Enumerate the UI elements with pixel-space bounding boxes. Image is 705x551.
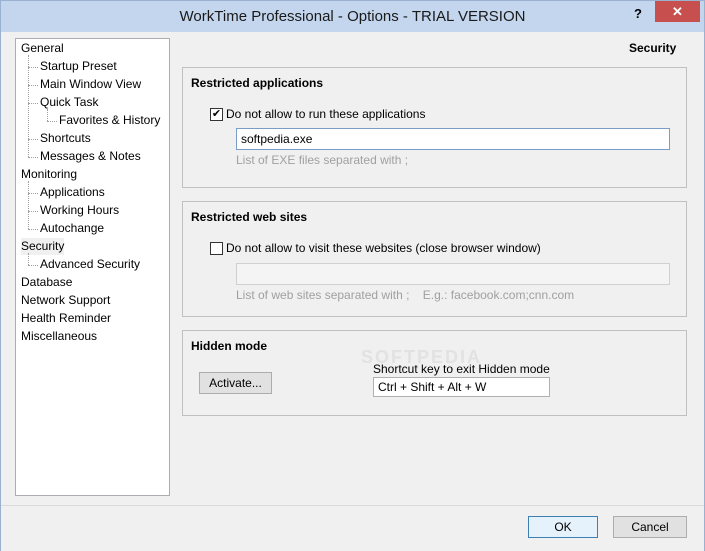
tree-connector [28, 55, 29, 157]
tree-connector [28, 193, 38, 194]
ok-button[interactable]: OK [528, 516, 598, 538]
tree-item-working-hours[interactable]: Working Hours [40, 202, 119, 219]
activate-button[interactable]: Activate... [199, 372, 272, 394]
shortcut-key-input[interactable]: Ctrl + Shift + Alt + W [373, 377, 550, 397]
page-title: Security [629, 41, 677, 55]
hidden-mode-group: Hidden mode Activate... Shortcut key to … [182, 330, 687, 416]
restricted-web-sites-title: Restricted web sites [191, 210, 308, 224]
restrict-sites-label[interactable]: Do not allow to visit these websites (cl… [226, 241, 541, 255]
tree-connector [28, 229, 38, 230]
tree-connector [28, 157, 38, 158]
tree-item-database[interactable]: Database [21, 274, 72, 291]
tree-item-health-reminder[interactable]: Health Reminder [21, 310, 111, 327]
dialog-footer: OK Cancel [1, 505, 704, 551]
tree-item-applications[interactable]: Applications [40, 184, 105, 201]
restricted-web-sites-group: Restricted web sites Do not allow to vis… [182, 201, 687, 317]
restrict-apps-label[interactable]: Do not allow to run these applications [226, 107, 425, 121]
restricted-apps-hint: List of EXE files separated with ; [236, 153, 409, 167]
title-bar[interactable]: WorkTime Professional - Options - TRIAL … [1, 1, 704, 32]
tree-connector [47, 109, 48, 121]
tree-item-main-window-view[interactable]: Main Window View [40, 76, 141, 93]
tree-item-advanced-security[interactable]: Advanced Security [40, 256, 140, 273]
tree-connector [28, 139, 38, 140]
tree-connector [28, 67, 38, 68]
tree-item-startup-preset[interactable]: Startup Preset [40, 58, 117, 75]
window-title: WorkTime Professional - Options - TRIAL … [179, 8, 526, 25]
restricted-sites-hint: List of web sites separated with ; E.g.:… [236, 288, 575, 302]
tree-item-miscellaneous[interactable]: Miscellaneous [21, 328, 97, 345]
tree-connector [28, 253, 29, 265]
tree-item-favorites-history[interactable]: Favorites & History [59, 112, 160, 129]
tree-item-monitoring[interactable]: Monitoring [21, 166, 77, 183]
tree-item-messages-notes[interactable]: Messages & Notes [40, 148, 141, 165]
softpedia-watermark: SOFTPEDIA [361, 347, 483, 367]
close-icon[interactable]: ✕ [655, 1, 700, 22]
restricted-sites-input[interactable] [236, 263, 670, 285]
restricted-applications-title: Restricted applications [191, 76, 324, 90]
tree-connector [28, 103, 38, 104]
hidden-mode-title: Hidden mode [191, 339, 268, 353]
restrict-sites-checkbox[interactable] [210, 242, 223, 255]
restrict-apps-checkbox[interactable]: ✔ [210, 108, 223, 121]
tree-connector [28, 85, 38, 86]
tree-item-quick-task[interactable]: Quick Task [40, 94, 98, 111]
tree-item-shortcuts[interactable]: Shortcuts [40, 130, 91, 147]
tree-connector [28, 181, 29, 229]
tree-connector [47, 121, 57, 122]
options-window: WorkTime Professional - Options - TRIAL … [0, 0, 705, 551]
tree-connector [28, 265, 38, 266]
options-tree[interactable]: General Startup Preset Main Window View Qui… [15, 38, 170, 496]
cancel-button[interactable]: Cancel [613, 516, 687, 538]
help-icon[interactable]: ? [628, 4, 648, 24]
tree-item-autochange[interactable]: Autochange [40, 220, 104, 237]
tree-connector [28, 211, 38, 212]
tree-item-network-support[interactable]: Network Support [21, 292, 110, 309]
restricted-apps-input[interactable]: softpedia.exe [236, 128, 670, 150]
restricted-applications-group: Restricted applications ✔ Do not allow t… [182, 67, 687, 188]
